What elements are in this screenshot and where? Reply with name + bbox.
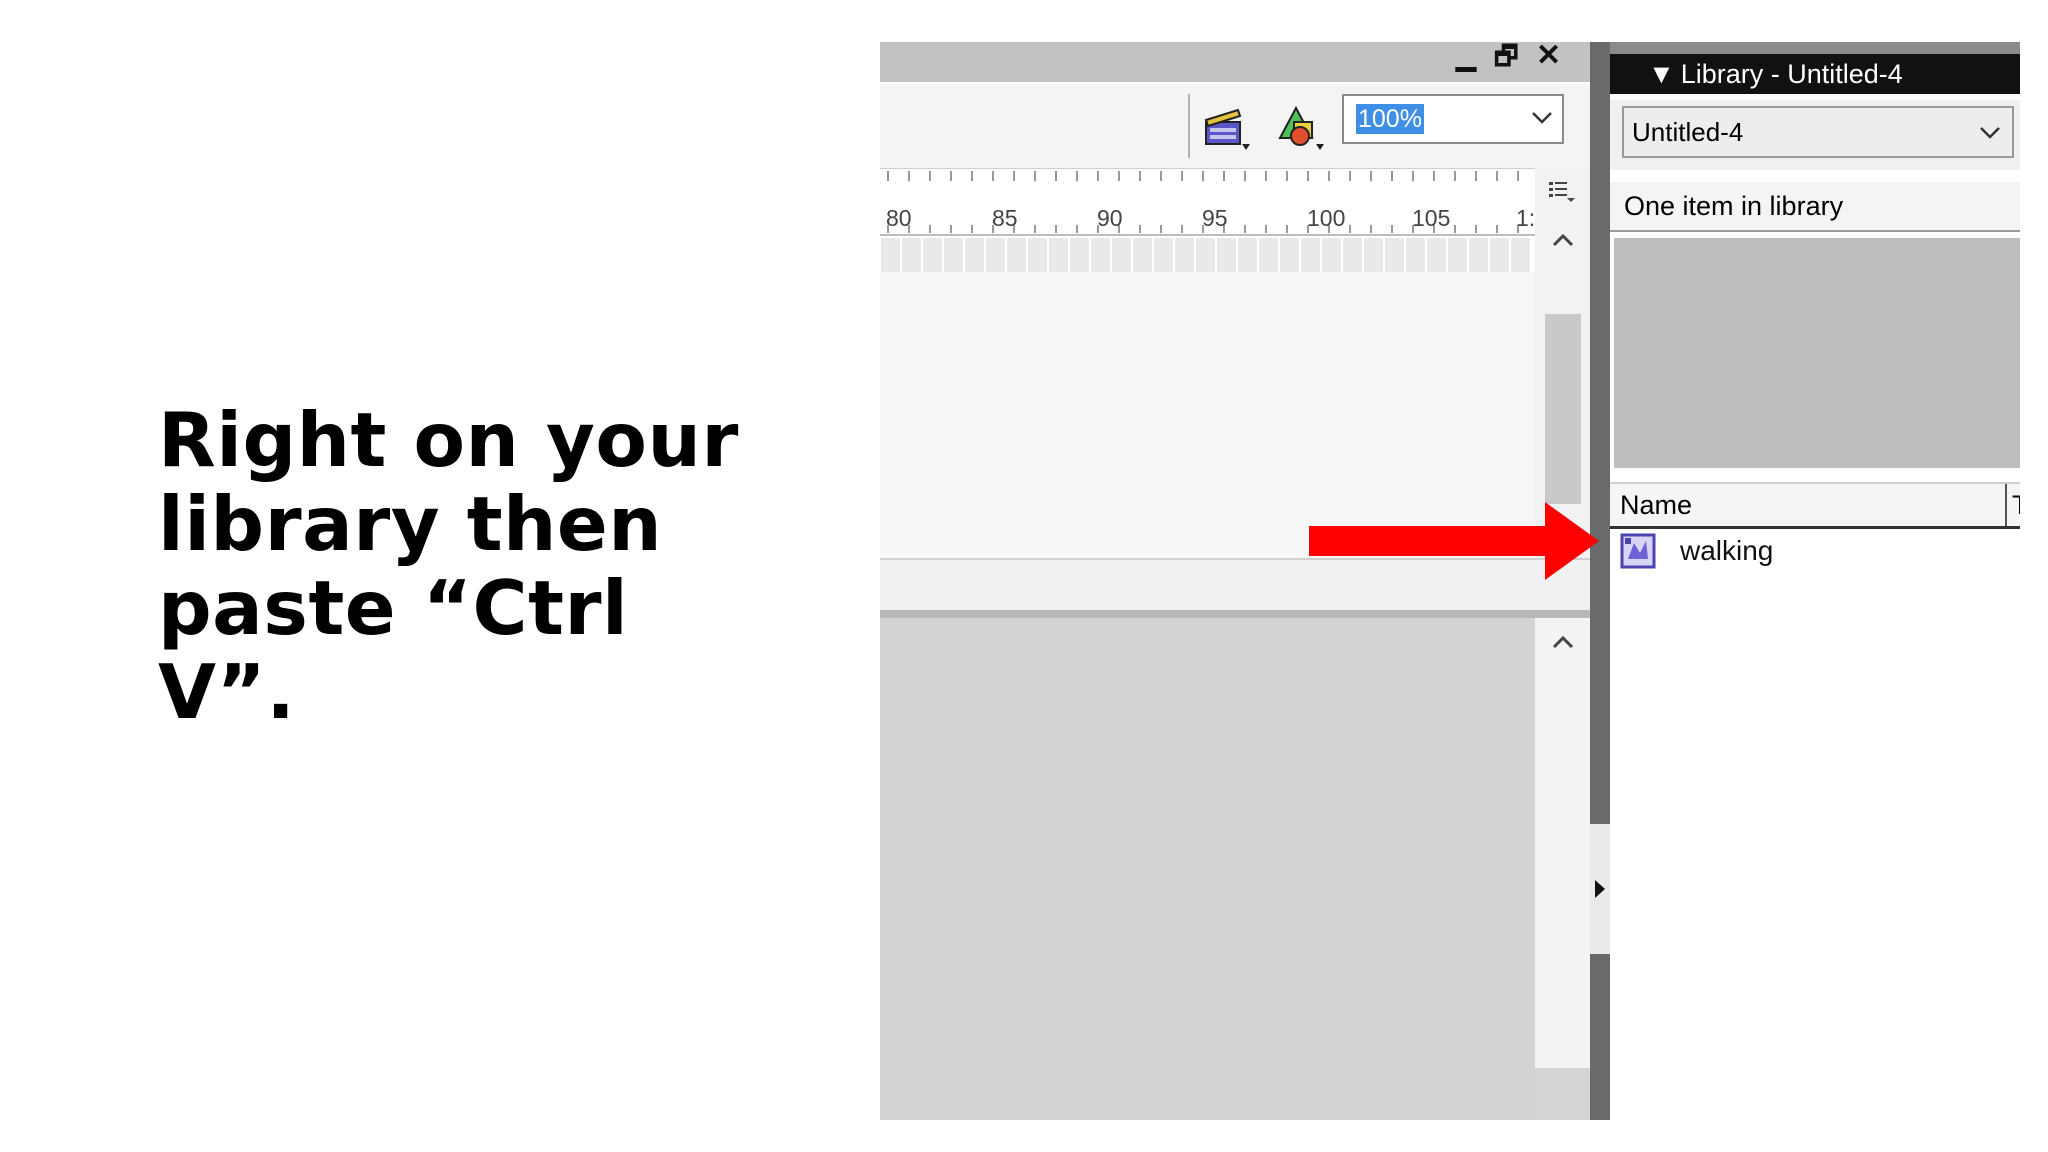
- timeline-titlebar: ▁ 🗗 ✕: [880, 42, 1590, 82]
- frame-view-menu-icon[interactable]: [1549, 180, 1575, 202]
- stage-scrollbar[interactable]: [1535, 618, 1590, 1120]
- ruler-label: 90: [1097, 205, 1123, 231]
- library-column-headers: Name T: [1610, 482, 2020, 529]
- scrollbar-thumb[interactable]: [1545, 314, 1581, 504]
- column-header-type[interactable]: T: [2012, 484, 2020, 526]
- chevron-down-icon[interactable]: [1530, 106, 1554, 130]
- triangle-down-icon[interactable]: ▼: [1648, 59, 1675, 89]
- edit-toolbar: 100%: [880, 82, 1590, 170]
- red-arrow-pointer: [1309, 502, 1599, 580]
- column-header-name[interactable]: Name: [1620, 484, 1692, 526]
- chevron-up-icon[interactable]: [1551, 634, 1575, 650]
- ruler-label: 80: [886, 205, 912, 231]
- triangle-right-icon[interactable]: [1593, 878, 1607, 900]
- timeline-scrollbar[interactable]: [1535, 168, 1590, 558]
- ruler-label: 1:: [1516, 205, 1536, 231]
- toolbar-separator: [1188, 94, 1190, 158]
- ruler-label: 100: [1307, 205, 1346, 231]
- library-document-row: Untitled-4: [1610, 100, 2020, 170]
- movie-clip-symbol-icon: [1620, 533, 1656, 569]
- library-document-value: Untitled-4: [1632, 117, 1744, 147]
- library-preview: [1614, 238, 2020, 468]
- library-panel: ▼ Library - Untitled-4 Untitled-4 One ite…: [1610, 42, 2020, 1120]
- library-document-select[interactable]: Untitled-4: [1622, 106, 2014, 158]
- panel-splitter[interactable]: [1590, 42, 1610, 1120]
- zoom-value[interactable]: 100%: [1356, 104, 1424, 134]
- frame-ruler: 80 85 90 95 100 105 1:: [880, 168, 1535, 273]
- chevron-down-icon[interactable]: [1978, 121, 2002, 145]
- timeline-stage-divider[interactable]: [880, 610, 1590, 618]
- zoom-select[interactable]: 100%: [1342, 94, 1564, 144]
- ruler-label: 85: [992, 205, 1018, 231]
- library-item-label: walking: [1680, 535, 1774, 566]
- scrollbar-thumb[interactable]: [1535, 1068, 1590, 1120]
- chevron-up-icon[interactable]: [1551, 232, 1575, 248]
- library-item-count: One item in library: [1610, 182, 2020, 232]
- library-title: Library - Untitled-4: [1680, 59, 1903, 89]
- column-separator[interactable]: [2005, 484, 2007, 526]
- ruler-label: 95: [1202, 205, 1228, 231]
- stage-area[interactable]: [880, 618, 1535, 1120]
- library-header[interactable]: ▼ Library - Untitled-4: [1610, 54, 2020, 94]
- close-button[interactable]: ✕: [1536, 42, 1561, 71]
- minimize-button[interactable]: ▁: [1456, 42, 1476, 70]
- flash-screenshot: ▁ 🗗 ✕ 100% 80 85 90 95 100 105 1: ▼ Libr…: [880, 42, 2020, 1120]
- edit-symbol-icon[interactable]: [1276, 102, 1326, 152]
- edit-scene-icon[interactable]: [1202, 102, 1252, 152]
- library-item[interactable]: walking: [1610, 527, 2020, 579]
- restore-button[interactable]: 🗗: [1494, 42, 1518, 70]
- slide-instruction: Right on your library then paste “Ctrl V…: [158, 396, 739, 736]
- panel-gripper[interactable]: [1610, 42, 2020, 54]
- ruler-label: 105: [1412, 205, 1451, 231]
